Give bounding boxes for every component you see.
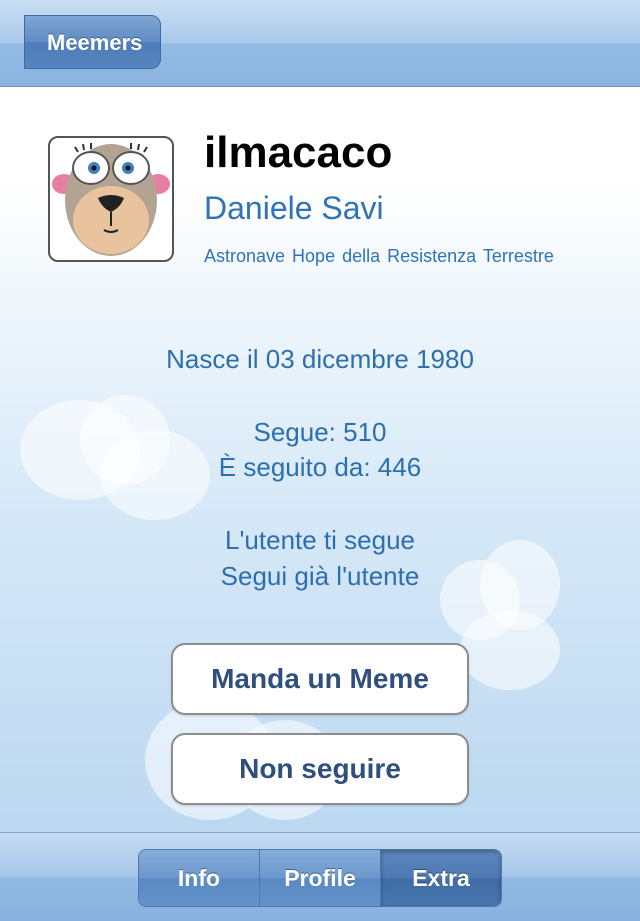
- navigation-bar: Meemers: [0, 0, 640, 87]
- following-count: Segue: 510: [253, 417, 387, 447]
- unfollow-button[interactable]: Non seguire: [171, 733, 469, 805]
- send-meme-button[interactable]: Manda un Meme: [171, 643, 469, 715]
- followers-count: È seguito da: 446: [218, 452, 422, 482]
- segment-profile[interactable]: Profile: [260, 850, 381, 906]
- segmented-control: Info Profile Extra: [138, 849, 502, 907]
- background-cloud: [460, 610, 560, 690]
- bottom-toolbar: Info Profile Extra: [0, 832, 640, 921]
- segment-info[interactable]: Info: [139, 850, 260, 906]
- username: ilmacaco: [204, 128, 393, 177]
- location: Astronave Hope della Resistenza Terrestr…: [204, 246, 554, 266]
- monkey-face-icon: [52, 143, 170, 256]
- full-name: Daniele Savi: [204, 190, 384, 226]
- back-button[interactable]: Meemers: [24, 15, 162, 69]
- birth-date: Nasce il 03 dicembre 1980: [166, 344, 474, 374]
- you-follow-status: Segui già l'utente: [220, 561, 420, 591]
- avatar: [48, 136, 174, 262]
- back-button-label: Meemers: [47, 30, 143, 55]
- segment-extra[interactable]: Extra: [381, 850, 501, 906]
- follows-you-status: L'utente ti segue: [225, 525, 415, 555]
